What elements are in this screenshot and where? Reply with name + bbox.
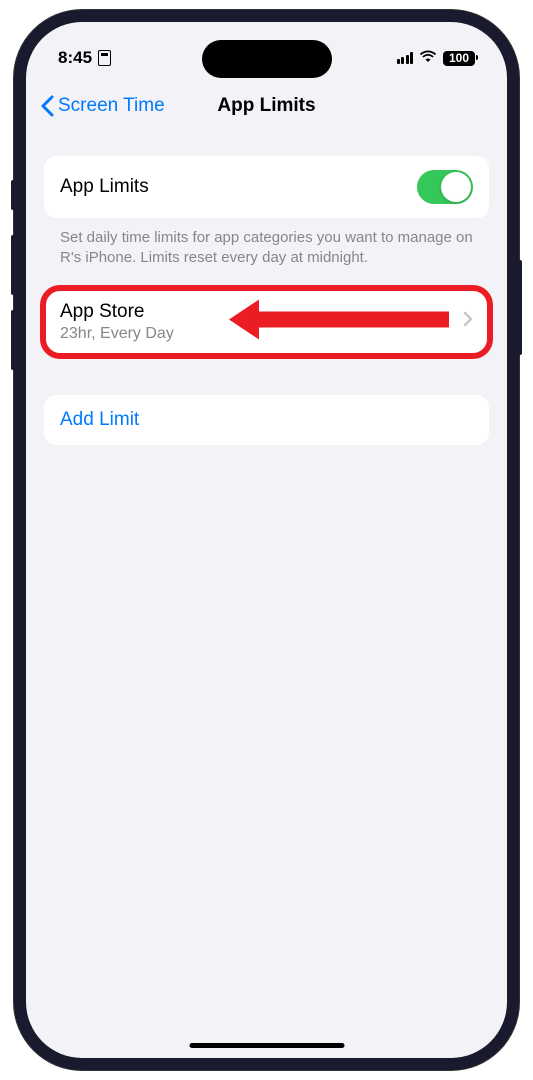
cellular-signal-icon	[397, 52, 414, 64]
app-store-limit-row[interactable]: App Store 23hr, Every Day	[44, 289, 489, 355]
sim-card-icon	[98, 50, 111, 66]
toggle-label: App Limits	[60, 176, 149, 198]
app-store-limit-card: App Store 23hr, Every Day	[44, 289, 489, 355]
app-limits-toggle-card: App Limits	[44, 156, 489, 218]
battery-icon: 100	[443, 51, 475, 66]
phone-frame: 8:45 100	[14, 10, 519, 1070]
back-button[interactable]: Screen Time	[40, 95, 165, 117]
volume-up-button	[11, 235, 15, 295]
arrow-annotation	[229, 295, 454, 348]
back-label: Screen Time	[58, 95, 165, 117]
battery-level: 100	[449, 51, 469, 65]
limit-subtitle: 23hr, Every Day	[60, 325, 174, 343]
home-indicator[interactable]	[189, 1043, 344, 1048]
silent-switch	[11, 180, 15, 210]
status-time: 8:45	[58, 48, 92, 68]
add-limit-label: Add Limit	[60, 409, 139, 430]
limit-title: App Store	[60, 301, 174, 323]
volume-down-button	[11, 310, 15, 370]
nav-bar: Screen Time App Limits	[26, 80, 507, 132]
status-right: 100	[397, 48, 476, 68]
wifi-icon	[419, 48, 437, 68]
app-limits-toggle-row[interactable]: App Limits	[44, 156, 489, 218]
power-button	[518, 260, 522, 355]
dynamic-island	[202, 40, 332, 78]
status-left: 8:45	[58, 48, 111, 68]
toggle-description: Set daily time limits for app categories…	[44, 218, 489, 289]
add-limit-card: Add Limit	[44, 395, 489, 445]
add-limit-button[interactable]: Add Limit	[44, 395, 489, 445]
limit-info: App Store 23hr, Every Day	[60, 301, 174, 343]
phone-screen: 8:45 100	[26, 22, 507, 1058]
content-area: App Limits Set daily time limits for app…	[26, 132, 507, 445]
chevron-left-icon	[40, 95, 54, 117]
app-limits-toggle[interactable]	[417, 170, 473, 204]
chevron-right-icon	[463, 311, 473, 332]
nav-title: App Limits	[217, 95, 315, 117]
